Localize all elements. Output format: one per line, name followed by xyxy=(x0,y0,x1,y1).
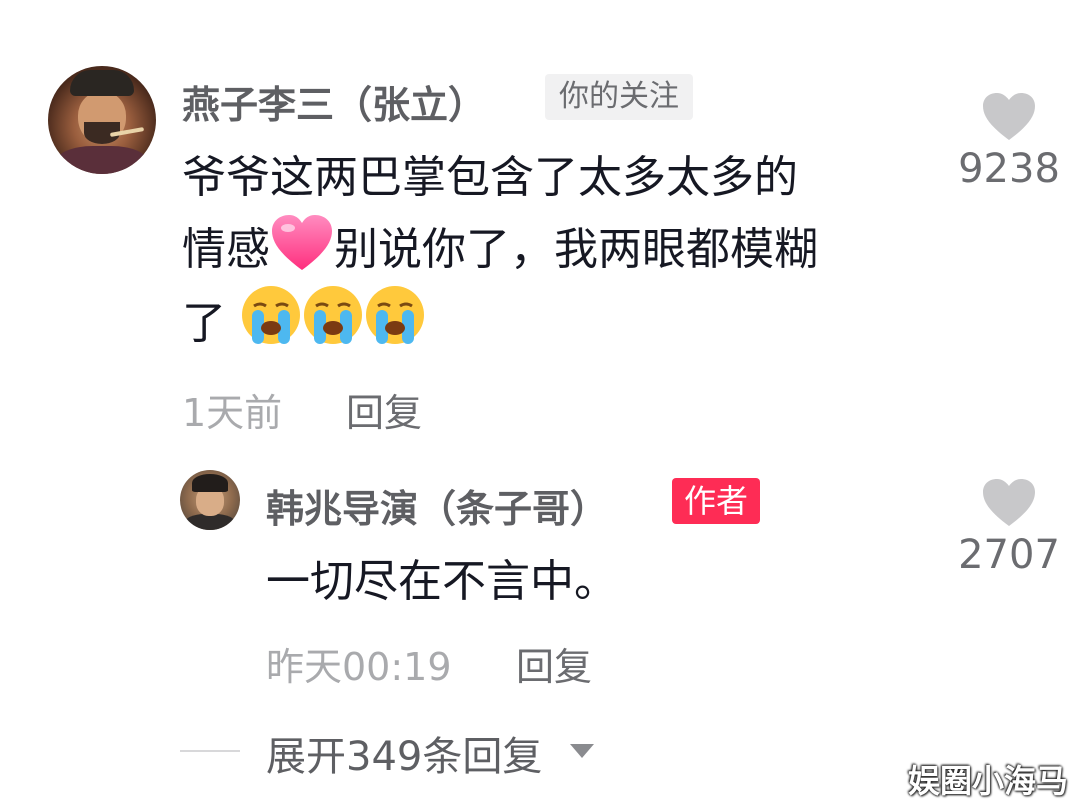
pink-heart-emoji xyxy=(270,214,334,292)
like-count: 9238 xyxy=(958,146,1060,192)
commenter-avatar[interactable] xyxy=(48,66,156,174)
comment-text-segment: 了 xyxy=(182,298,226,349)
crying-face-emoji xyxy=(302,284,364,366)
comment-timestamp: 1天前 xyxy=(182,391,283,435)
following-badge: 你的关注 xyxy=(545,74,693,120)
reply-button[interactable]: 回复 xyxy=(346,382,422,437)
divider xyxy=(180,750,240,752)
crying-face-emoji xyxy=(240,284,302,366)
reply-timestamp: 昨天00:19 xyxy=(266,645,452,689)
comment-text-line-1: 爷爷这两巴掌包含了太多太多的 xyxy=(182,152,798,203)
commenter-username[interactable]: 燕子李三（张立） xyxy=(182,74,486,129)
reply-like-button[interactable]: 2707 xyxy=(950,478,1068,578)
like-button[interactable]: 9238 xyxy=(950,92,1068,192)
reply-to-reply-button[interactable]: 回复 xyxy=(516,636,592,691)
heart-icon[interactable] xyxy=(950,478,1068,532)
crying-face-emoji xyxy=(364,284,426,366)
comment-text-segment: 别说你了，我两眼都模糊 xyxy=(334,224,818,275)
heart-icon[interactable] xyxy=(950,92,1068,146)
comment-text-line-2: 情感 别说你了，我两眼都模糊 xyxy=(182,214,818,292)
reply-username[interactable]: 韩兆导演（条子哥） xyxy=(266,478,608,533)
expand-replies-button[interactable]: 展开349条回复 xyxy=(266,724,542,782)
author-avatar[interactable] xyxy=(180,470,240,530)
author-badge: 作者 xyxy=(672,478,761,524)
chevron-down-icon[interactable] xyxy=(570,744,594,758)
comment-text-line-3: 了 xyxy=(182,284,426,366)
comment-text-segment: 情感 xyxy=(182,224,270,275)
reply-like-count: 2707 xyxy=(958,532,1060,578)
reply-text: 一切尽在不言中。 xyxy=(266,556,618,607)
watermark: 娱圈小海马 xyxy=(908,762,1069,800)
